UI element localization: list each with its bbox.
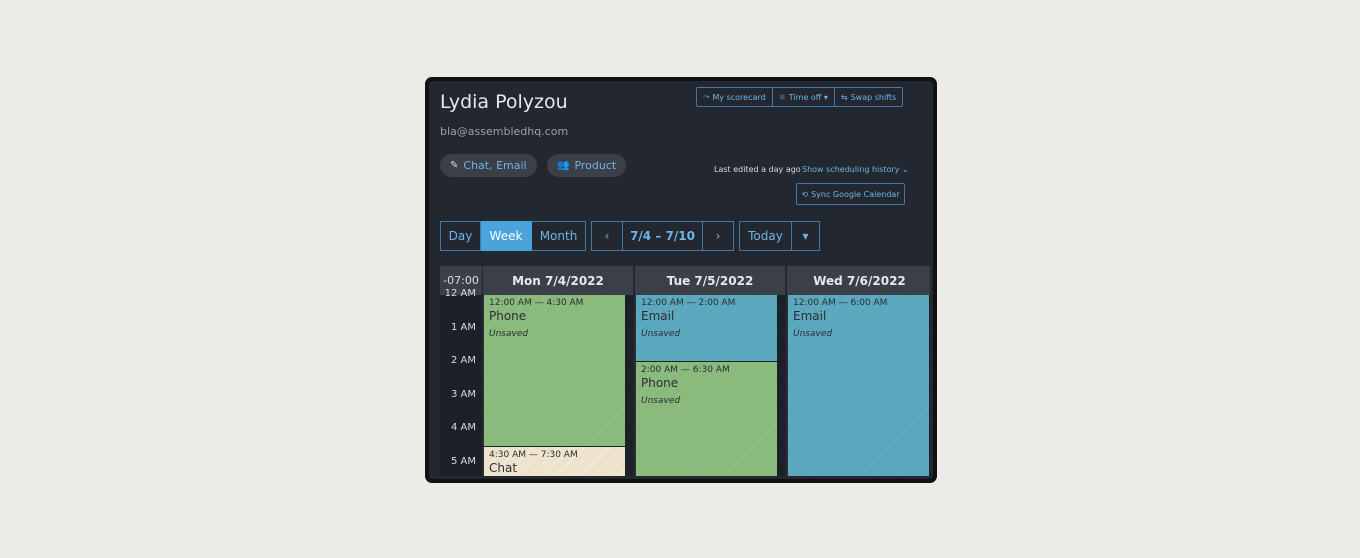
shift-type: Phone [489, 309, 527, 323]
shift-type: Phone [641, 376, 679, 390]
date-range-label[interactable]: 7/4 – 7/10 [623, 221, 703, 251]
shift-block[interactable]: 4:30 AM — 7:30 AM Chat [483, 447, 625, 476]
shift-time: 12:00 AM — 6:00 AM [793, 298, 888, 308]
my-scorecard-label: My scorecard [712, 92, 766, 102]
time-axis: 12 AM 1 AM 2 AM 3 AM 4 AM 5 AM [440, 288, 482, 476]
swap-shifts-button[interactable]: ⇆ Swap shifts [834, 87, 904, 107]
view-week-button[interactable]: Week [481, 221, 532, 251]
calendar-grid: -07:00 Mon 7/4/2022 Tue 7/5/2022 Wed 7/6… [440, 266, 930, 476]
agent-panel: Lydia Polyzou bla@assembledhq.com ⤳ My s… [429, 81, 933, 479]
shift-type: Email [641, 309, 675, 323]
agent-name: Lydia Polyzou [440, 91, 568, 113]
scheduling-history-link[interactable]: Show scheduling history ⌄ [802, 165, 909, 174]
swap-icon: ⇆ [840, 92, 848, 102]
time-off-button[interactable]: ☼ Time off ▾ [772, 87, 835, 107]
shift-block[interactable]: 12:00 AM — 6:00 AM Email Unsaved [787, 295, 929, 476]
agent-email: bla@assembledhq.com [440, 125, 569, 138]
shift-status: Unsaved [489, 329, 529, 339]
hour-label: 1 AM [450, 322, 476, 333]
my-scorecard-button[interactable]: ⤳ My scorecard [696, 87, 773, 107]
sun-icon: ☼ [778, 92, 786, 102]
shift-block[interactable]: 12:00 AM — 4:30 AM Phone Unsaved [483, 295, 625, 446]
sync-label: Sync Google Calendar [811, 189, 900, 199]
day-column-mon: 12:00 AM — 4:30 AM Phone Unsaved 4:30 AM… [483, 295, 633, 476]
view-switcher: Day Week Month [440, 221, 586, 251]
today-button[interactable]: Today [739, 221, 792, 251]
hour-label: 4 AM [450, 422, 476, 433]
today-dropdown-button[interactable]: ▾ [792, 221, 820, 251]
hour-label: 12 AM [444, 288, 476, 299]
shift-status: Unsaved [793, 329, 833, 339]
top-actions: ⤳ My scorecard ☼ Time off ▾ ⇆ Swap shift… [696, 87, 904, 107]
day-column-tue: 12:00 AM — 2:00 AM Email Unsaved 2:00 AM… [635, 295, 785, 476]
view-month-button[interactable]: Month [532, 221, 586, 251]
sync-icon: ⟲ [801, 189, 809, 199]
hour-label: 3 AM [450, 389, 476, 400]
sync-google-calendar-button[interactable]: ⟲ Sync Google Calendar [796, 183, 905, 205]
shift-block[interactable]: 2:00 AM — 6:30 AM Phone Unsaved [635, 362, 777, 476]
last-edited-text: Last edited a day ago [714, 165, 801, 174]
next-week-button[interactable]: › [703, 221, 734, 251]
schedule-card: Lydia Polyzou bla@assembledhq.com ⤳ My s… [425, 77, 937, 483]
users-icon: 👥 [557, 160, 570, 171]
team-label: Product [574, 159, 617, 172]
team-tag[interactable]: 👥 Product [547, 154, 627, 177]
date-navigator: ‹ 7/4 – 7/10 › [591, 221, 734, 251]
shift-time: 12:00 AM — 2:00 AM [641, 298, 736, 308]
hour-label: 2 AM [450, 355, 476, 366]
swap-shifts-label: Swap shifts [850, 92, 897, 102]
day-header-mon: Mon 7/4/2022 [483, 266, 633, 295]
view-day-button[interactable]: Day [440, 221, 481, 251]
day-column-wed: 12:00 AM — 6:00 AM Email Unsaved [787, 295, 930, 476]
shift-time: 2:00 AM — 6:30 AM [641, 365, 730, 375]
shift-time: 4:30 AM — 7:30 AM [489, 450, 578, 460]
shift-type: Email [793, 309, 827, 323]
shift-time: 12:00 AM — 4:30 AM [489, 298, 584, 308]
channels-tag[interactable]: ✎ Chat, Email [440, 154, 537, 177]
today-group: Today ▾ [739, 221, 820, 251]
hour-label: 5 AM [450, 456, 476, 467]
shift-status: Unsaved [641, 329, 681, 339]
time-off-label: Time off ▾ [788, 92, 828, 102]
channels-label: Chat, Email [463, 159, 527, 172]
day-header-wed: Wed 7/6/2022 [787, 266, 930, 295]
pencil-icon: ✎ [450, 160, 459, 171]
shift-type: Chat [489, 461, 518, 475]
prev-week-button[interactable]: ‹ [591, 221, 623, 251]
day-header-tue: Tue 7/5/2022 [635, 266, 785, 295]
shift-status: Unsaved [641, 396, 681, 406]
chart-line-icon: ⤳ [703, 92, 710, 101]
shift-block[interactable]: 12:00 AM — 2:00 AM Email Unsaved [635, 295, 777, 361]
